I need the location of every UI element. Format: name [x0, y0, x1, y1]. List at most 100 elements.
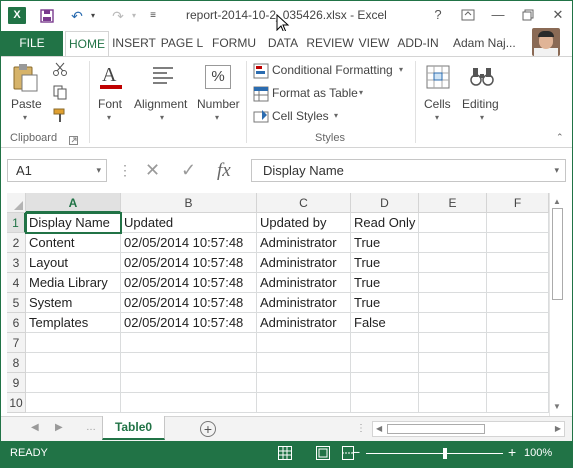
insert-function-icon[interactable]: fx	[217, 159, 231, 182]
cell-e1[interactable]	[419, 213, 487, 233]
close-button[interactable]: ✕	[547, 5, 569, 25]
tab-home[interactable]: HOME	[65, 31, 109, 57]
cell-c5[interactable]: Administrator	[257, 293, 351, 313]
column-header-d[interactable]: D	[351, 193, 419, 213]
new-sheet-icon[interactable]: +	[200, 421, 216, 437]
horizontal-split-grip-icon[interactable]: ⋮	[356, 423, 366, 434]
editing-button[interactable]: Editing ▾	[461, 63, 505, 125]
cut-icon[interactable]	[52, 61, 68, 77]
tab-file[interactable]: FILE	[1, 31, 63, 56]
row-header[interactable]: 2	[7, 233, 26, 253]
vertical-scroll-thumb[interactable]	[552, 208, 563, 300]
name-box-dropdown-icon[interactable]: ▾	[96, 160, 101, 181]
cancel-icon[interactable]: ✕	[145, 159, 160, 182]
avatar[interactable]	[532, 28, 560, 56]
row-header[interactable]: 9	[7, 373, 26, 393]
cell-f2[interactable]	[487, 233, 549, 253]
tab-page-layout[interactable]: PAGE L	[159, 31, 205, 56]
customize-toolbar-icon[interactable]: ≡	[146, 7, 160, 25]
cell-a1[interactable]: Display Name	[25, 212, 122, 234]
next-sheet-icon[interactable]: ▶	[55, 422, 63, 433]
cell-e2[interactable]	[419, 233, 487, 253]
cell-styles-button[interactable]: Cell Styles ▾	[253, 107, 353, 127]
column-header-e[interactable]: E	[419, 193, 487, 213]
cell-c4[interactable]: Administrator	[257, 273, 351, 293]
formula-input[interactable]: Display Name ▾	[251, 159, 566, 182]
cell-e6[interactable]	[419, 313, 487, 333]
scroll-up-icon[interactable]: ▲	[553, 197, 561, 206]
cell-a3[interactable]: Layout	[26, 253, 121, 273]
cell-a10[interactable]	[26, 393, 121, 413]
alignment-button[interactable]: Alignment ▾	[134, 63, 192, 125]
cell-b3[interactable]: 02/05/2014 10:57:48	[121, 253, 257, 273]
cell-f5[interactable]	[487, 293, 549, 313]
column-header-f[interactable]: F	[487, 193, 549, 213]
cell-e3[interactable]	[419, 253, 487, 273]
cell-b1[interactable]: Updated	[121, 213, 257, 233]
cell-d10[interactable]	[351, 393, 419, 413]
zoom-level[interactable]: 100%	[524, 447, 552, 459]
number-button[interactable]: % Number ▾	[197, 63, 243, 125]
name-box[interactable]: A1 ▾	[7, 159, 107, 182]
cell-f7[interactable]	[487, 333, 549, 353]
sheet-tab-table0[interactable]: Table0	[102, 416, 165, 440]
cell-c9[interactable]	[257, 373, 351, 393]
previous-sheet-icon[interactable]: ◀	[31, 422, 39, 433]
cells-button[interactable]: Cells ▾	[421, 63, 455, 125]
tab-review[interactable]: REVIEW	[305, 31, 355, 56]
format-as-table-button[interactable]: Format as Table ▾	[253, 84, 373, 104]
conditional-formatting-button[interactable]: Conditional Formatting ▾	[253, 61, 411, 81]
cell-e4[interactable]	[419, 273, 487, 293]
cell-d6[interactable]: False	[351, 313, 419, 333]
cell-c2[interactable]: Administrator	[257, 233, 351, 253]
cell-a6[interactable]: Templates	[26, 313, 121, 333]
undo-dropdown-icon[interactable]: ▾	[87, 7, 99, 25]
cell-e10[interactable]	[419, 393, 487, 413]
horizontal-scroll-thumb[interactable]	[387, 424, 485, 434]
cell-b10[interactable]	[121, 393, 257, 413]
cell-a8[interactable]	[26, 353, 121, 373]
scroll-right-icon[interactable]: ▶	[555, 424, 561, 433]
font-button[interactable]: A Font ▾	[95, 63, 127, 125]
cell-b4[interactable]: 02/05/2014 10:57:48	[121, 273, 257, 293]
cell-d5[interactable]: True	[351, 293, 419, 313]
scroll-down-icon[interactable]: ▼	[553, 402, 561, 411]
worksheet-grid[interactable]: A B C D E F 1 Display Name Updated Updated …	[1, 193, 572, 416]
collapse-ribbon-icon[interactable]: ⌃	[556, 132, 566, 142]
cell-b2[interactable]: 02/05/2014 10:57:48	[121, 233, 257, 253]
row-header[interactable]: 6	[7, 313, 26, 333]
cell-a7[interactable]	[26, 333, 121, 353]
cell-d2[interactable]: True	[351, 233, 419, 253]
zoom-in-icon[interactable]: +	[508, 444, 516, 460]
cell-f4[interactable]	[487, 273, 549, 293]
column-header-c[interactable]: C	[257, 193, 351, 213]
cell-b5[interactable]: 02/05/2014 10:57:48	[121, 293, 257, 313]
cell-c8[interactable]	[257, 353, 351, 373]
row-header[interactable]: 4	[7, 273, 26, 293]
expand-formula-bar-icon[interactable]: ▾	[554, 160, 559, 181]
cell-d4[interactable]: True	[351, 273, 419, 293]
row-header[interactable]: 8	[7, 353, 26, 373]
cell-b7[interactable]	[121, 333, 257, 353]
paste-button[interactable]: Paste ▾	[11, 63, 45, 122]
horizontal-scrollbar[interactable]: ◀ ▶	[372, 421, 565, 437]
redo-dropdown-icon[interactable]: ▾	[128, 7, 140, 25]
cell-a4[interactable]: Media Library	[26, 273, 121, 293]
cell-e5[interactable]	[419, 293, 487, 313]
cell-e7[interactable]	[419, 333, 487, 353]
cell-f1[interactable]	[487, 213, 549, 233]
tab-data[interactable]: DATA	[263, 31, 303, 56]
enter-icon[interactable]: ✓	[181, 159, 196, 182]
copy-icon[interactable]	[52, 84, 68, 100]
clipboard-launcher-icon[interactable]	[69, 134, 79, 145]
save-icon[interactable]	[37, 7, 57, 25]
cell-b9[interactable]	[121, 373, 257, 393]
cell-b8[interactable]	[121, 353, 257, 373]
row-header[interactable]: 5	[7, 293, 26, 313]
cell-f10[interactable]	[487, 393, 549, 413]
page-layout-view-icon[interactable]	[316, 446, 330, 460]
cell-a9[interactable]	[26, 373, 121, 393]
row-header[interactable]: 1	[7, 213, 26, 233]
cell-d3[interactable]: True	[351, 253, 419, 273]
cell-c10[interactable]	[257, 393, 351, 413]
